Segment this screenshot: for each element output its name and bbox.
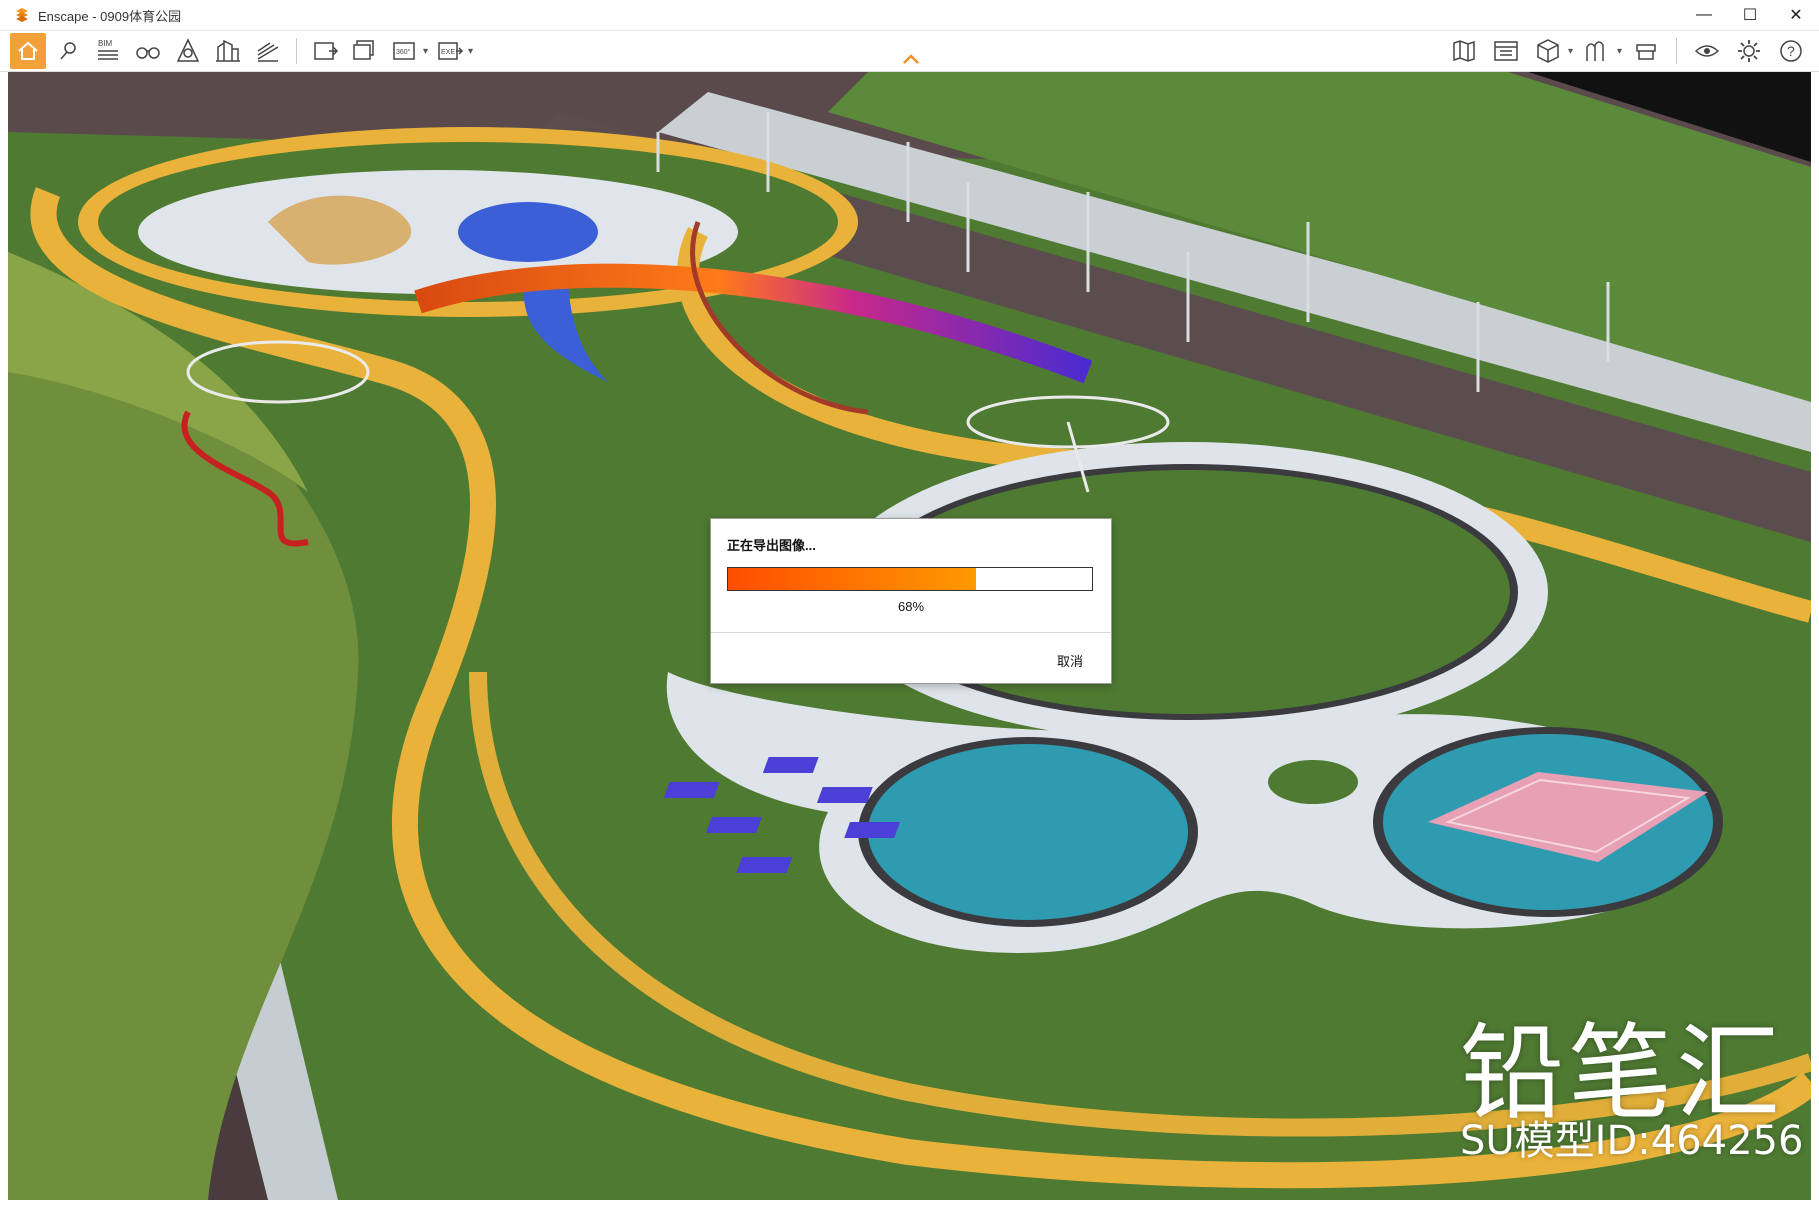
svg-text:?: ? — [1787, 43, 1795, 59]
small-lawn — [1268, 760, 1358, 804]
map-button[interactable] — [1446, 33, 1482, 69]
settings-gear-icon — [1738, 40, 1760, 62]
toolbar-left-group: BIM 360° ▾ EXE ▾ — [10, 31, 473, 71]
collapse-toolbar-chevron-icon[interactable] — [902, 52, 920, 66]
asset-library-button[interactable] — [1488, 33, 1524, 69]
help-button[interactable]: ? — [1773, 33, 1809, 69]
toolbar-divider-right — [1676, 38, 1677, 64]
window-controls: — ☐ ✕ — [1681, 0, 1819, 30]
minimize-icon: — — [1696, 6, 1712, 23]
cube-button[interactable] — [1530, 33, 1566, 69]
dialog-divider — [711, 632, 1111, 633]
title-bar: Enscape - 0909体育公园 — ☐ ✕ — [0, 0, 1819, 31]
export-progress-dialog: 正在导出图像... 68% 取消 — [710, 518, 1112, 684]
progress-bar — [727, 567, 1093, 591]
panorama-360-icon: 360° — [393, 42, 415, 60]
location-pin-icon — [60, 42, 76, 60]
watermark-model-id: SU模型ID:464256 — [1460, 1118, 1804, 1164]
location-button[interactable] — [50, 33, 86, 69]
sun-icon — [176, 38, 200, 62]
home-icon — [18, 41, 38, 60]
visual-settings-button[interactable] — [1579, 33, 1615, 69]
dialog-title: 正在导出图像... — [727, 538, 816, 553]
visual-dropdown-chevron-icon[interactable]: ▾ — [1617, 46, 1622, 57]
buildings-button[interactable] — [210, 33, 246, 69]
cube-dropdown-chevron-icon[interactable]: ▾ — [1568, 46, 1573, 57]
panorama-button[interactable]: 360° — [387, 33, 423, 69]
capture-button[interactable] — [1628, 33, 1664, 69]
screenshot-button[interactable] — [307, 33, 343, 69]
maximize-icon: ☐ — [1742, 7, 1758, 24]
export-exe-button[interactable]: EXE — [432, 33, 468, 69]
window-title: Enscape - 0909体育公园 — [38, 8, 182, 24]
enscape-window: Enscape - 0909体育公园 — ☐ ✕ BIM 360° ▾ EXE … — [0, 0, 1819, 1207]
export-exe-icon: EXE — [438, 42, 464, 60]
minimize-button[interactable]: — — [1681, 0, 1727, 30]
toolbar-right-group: ▾ ▾ ? — [1446, 31, 1809, 71]
water-feature — [458, 202, 598, 262]
section-cut-icon — [257, 42, 279, 62]
close-button[interactable]: ✕ — [1773, 0, 1819, 30]
binoculars-icon — [136, 47, 160, 59]
batch-render-icon — [353, 40, 374, 60]
view-eye-icon — [1694, 45, 1720, 57]
bim-label: BIM — [98, 39, 113, 48]
toolbar-divider — [296, 38, 297, 64]
buildings-icon — [216, 39, 240, 62]
capture-icon — [1636, 44, 1656, 60]
binoculars-button[interactable] — [130, 33, 166, 69]
render-screenshot-icon — [314, 42, 339, 60]
panorama-label: 360° — [396, 48, 411, 56]
section-cut-button[interactable] — [250, 33, 286, 69]
help-icon: ? — [1780, 40, 1802, 62]
visual-settings-icon — [1586, 41, 1604, 61]
home-button[interactable] — [10, 33, 46, 69]
close-icon: ✕ — [1789, 7, 1803, 24]
bim-button[interactable]: BIM — [90, 33, 126, 69]
view-button[interactable] — [1689, 33, 1725, 69]
progress-fill — [728, 568, 976, 590]
asset-library-icon — [1494, 41, 1518, 61]
enscape-logo-icon — [16, 8, 28, 22]
cube-icon — [1537, 39, 1559, 63]
sun-button[interactable] — [170, 33, 206, 69]
table-tennis-court — [868, 744, 1188, 920]
maximize-button[interactable]: ☐ — [1727, 0, 1773, 30]
batch-render-button[interactable] — [347, 33, 383, 69]
export-dropdown-chevron-icon[interactable]: ▾ — [468, 46, 473, 57]
cancel-button[interactable]: 取消 — [1057, 651, 1083, 670]
bim-icon: BIM — [98, 39, 118, 60]
panorama-dropdown-chevron-icon[interactable]: ▾ — [423, 46, 428, 57]
progress-percent: 68% — [897, 599, 925, 614]
map-icon — [1453, 40, 1475, 62]
settings-button[interactable] — [1731, 33, 1767, 69]
exe-label: EXE — [441, 49, 455, 56]
